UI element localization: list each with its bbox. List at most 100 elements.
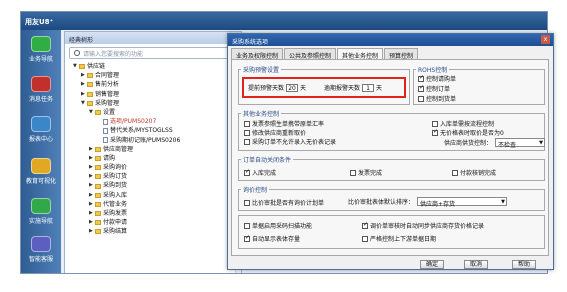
tree-node[interactable]: ▶ 采购结算 bbox=[65, 227, 241, 236]
tree-search-input[interactable]: 请输入您要搜索的功能 bbox=[69, 47, 237, 59]
checkbox-label: 控制到货单 bbox=[426, 96, 457, 103]
tab-business-permission[interactable]: 业务及权限控制 bbox=[231, 48, 284, 60]
dialog-title: 采购系统选项 bbox=[232, 39, 269, 46]
tree-node[interactable]: ▶ 采购到货 bbox=[65, 181, 241, 190]
checkbox[interactable] bbox=[350, 169, 356, 176]
price-sync-checkbox[interactable]: 调价单审核时自动同步供应商存货价格记录 bbox=[362, 221, 484, 230]
tree-node[interactable]: ▶ 售前分析 bbox=[65, 80, 241, 89]
advance-days-input[interactable]: 20 bbox=[286, 83, 299, 92]
checkbox[interactable] bbox=[244, 129, 250, 136]
nav-implementation[interactable]: 实施导航 bbox=[23, 198, 59, 225]
checkbox[interactable] bbox=[244, 138, 250, 145]
barcode-scan-checkbox[interactable]: 单据启用采码扫描功能 bbox=[244, 221, 312, 230]
tree-node-label: 采购发票 bbox=[103, 210, 128, 217]
search-placeholder: 请输入您要搜索的功能 bbox=[83, 50, 144, 58]
tree-node[interactable]: ▼ 供应链 bbox=[65, 62, 241, 71]
checkbox[interactable] bbox=[244, 234, 250, 242]
document-icon bbox=[103, 127, 108, 134]
nav-service[interactable]: 智能客服 bbox=[23, 236, 59, 263]
folder-icon bbox=[95, 229, 101, 235]
checkbox[interactable] bbox=[244, 120, 250, 127]
checkbox[interactable] bbox=[244, 199, 250, 206]
folder-icon bbox=[95, 165, 101, 171]
nav-education[interactable]: 教育可视化 bbox=[23, 158, 59, 185]
group-label: 订单自动关闭条件 bbox=[241, 155, 294, 164]
checkbox-label: 单据启用采码扫描功能 bbox=[252, 223, 313, 230]
nav-messages[interactable]: 消息任务 bbox=[23, 76, 59, 103]
inquiry-plan-checkbox[interactable]: 比价审批是否有询价计划单 bbox=[244, 198, 324, 207]
checkbox[interactable] bbox=[432, 120, 438, 127]
help-button[interactable]: 帮助 bbox=[512, 260, 536, 269]
supplier-supply-select[interactable]: 不检查 ▼ bbox=[495, 138, 546, 149]
purchase-options-dialog: 采购系统选项 x 业务及权限控制 公共及参照控制 其他业务控制 预算控制 采购预… bbox=[227, 33, 554, 270]
tree-node[interactable]: ▶ 请购 bbox=[65, 154, 241, 163]
tree-node-label: 采购入库 bbox=[103, 191, 128, 199]
tree-node[interactable]: 选项/PUMS0207 bbox=[65, 117, 241, 126]
tree-node-label: 售前分析 bbox=[95, 81, 120, 89]
show-stock-checkbox[interactable]: 自动显示表体存量 bbox=[244, 234, 300, 243]
tree-node[interactable]: 采购期初记账/PUMS0206 bbox=[65, 136, 241, 145]
tree-node[interactable]: ▶ 付款申请 bbox=[65, 218, 241, 227]
rohs-arrival-checkbox[interactable]: 控制到货单 bbox=[418, 94, 456, 103]
tree-node-label: 采购管理 bbox=[95, 99, 120, 107]
close-icon[interactable]: x bbox=[541, 35, 550, 44]
nav-business[interactable]: 业务导航 bbox=[23, 36, 59, 63]
close-on-payment-checkbox[interactable]: 付款核销完成 bbox=[452, 168, 496, 177]
checkbox[interactable] bbox=[362, 235, 368, 242]
overdue-days-input[interactable]: 1 bbox=[362, 83, 375, 92]
rohs-requisition-checkbox[interactable]: 控制请购单 bbox=[418, 74, 456, 83]
close-on-inbound-checkbox[interactable]: 入库完成 bbox=[244, 168, 276, 177]
tree-node[interactable]: ▼ 采购管理 bbox=[65, 99, 241, 108]
folder-icon bbox=[87, 100, 93, 106]
dialog-title-bar: 采购系统选项 x bbox=[228, 34, 553, 46]
close-on-invoice-checkbox[interactable]: 发票完成 bbox=[350, 168, 382, 177]
tab-other-business[interactable]: 其他业务控制 bbox=[337, 48, 384, 60]
checkbox-label: 控制订单 bbox=[426, 86, 451, 93]
folder-icon bbox=[95, 220, 101, 226]
tree-node[interactable]: ▶ 供应商管理 bbox=[65, 145, 241, 154]
tree-node[interactable]: 替代关系/MYSTOGLSS bbox=[65, 126, 241, 135]
tab-budget[interactable]: 预算控制 bbox=[384, 48, 419, 60]
sort-order-select[interactable]: 供应商+存货 ▼ bbox=[417, 197, 508, 208]
checkbox[interactable] bbox=[362, 221, 368, 229]
tree-node[interactable]: ▶ 合同管理 bbox=[65, 71, 241, 80]
nav-label: 报表中心 bbox=[28, 136, 53, 143]
tree-node[interactable]: ▶ 采购入库 bbox=[65, 191, 241, 200]
chevron-down-icon: ▼ bbox=[539, 140, 544, 146]
invoice-rate-checkbox[interactable]: 发票参照生单携带原单汇率 bbox=[244, 119, 324, 128]
checkbox[interactable] bbox=[244, 222, 250, 229]
chevron-down-icon: ▼ bbox=[501, 199, 506, 205]
tree-node[interactable]: ▶ 采购询价 bbox=[65, 163, 241, 172]
left-nav-bar: 业务导航 消息任务 报表中心 教育可视化 实施导航 智能客服 bbox=[21, 30, 61, 273]
checkbox[interactable] bbox=[418, 95, 424, 102]
tree-node[interactable]: ▼ 设置 bbox=[65, 108, 241, 117]
zero-price-checkbox[interactable]: 无价格表时取价是否为0 bbox=[432, 128, 504, 137]
inbound-flow-checkbox[interactable]: 入库单需按流程控制 bbox=[432, 119, 494, 128]
business-nav-icon bbox=[31, 36, 51, 52]
tree-node[interactable]: ▶ 销售管理 bbox=[65, 90, 241, 99]
tab-public-reference[interactable]: 公共及参照控制 bbox=[284, 48, 337, 60]
tree-node[interactable]: ▶ 代管业务 bbox=[65, 200, 241, 209]
rohs-order-checkbox[interactable]: 控制订单 bbox=[418, 84, 450, 93]
cancel-button[interactable]: 取消 bbox=[464, 260, 488, 269]
folder-icon bbox=[87, 73, 93, 79]
supplier-reprice-checkbox[interactable]: 修改供应商重新取价 bbox=[244, 128, 306, 137]
tree-node[interactable]: ▶ 采购订货 bbox=[65, 172, 241, 181]
tree-node[interactable]: ▶ 采购发票 bbox=[65, 209, 241, 218]
ok-button[interactable]: 确定 bbox=[420, 260, 444, 269]
checkbox-label: 采购订单不允许录入无价表记录 bbox=[252, 139, 337, 146]
checkbox[interactable] bbox=[418, 84, 424, 92]
checkbox[interactable] bbox=[432, 128, 438, 136]
checkbox[interactable] bbox=[244, 168, 250, 176]
checkbox[interactable] bbox=[418, 74, 424, 82]
strict-date-checkbox[interactable]: 严格控制上下游单据日期 bbox=[362, 234, 436, 243]
option-tabs: 业务及权限控制 公共及参照控制 其他业务控制 预算控制 bbox=[231, 48, 419, 60]
folder-icon bbox=[79, 64, 85, 70]
folder-icon bbox=[95, 146, 101, 152]
folder-icon bbox=[87, 91, 93, 97]
no-price-record-checkbox[interactable]: 采购订单不允许录入无价表记录 bbox=[244, 137, 336, 146]
checkbox[interactable] bbox=[452, 169, 458, 176]
nav-reports[interactable]: 报表中心 bbox=[23, 116, 59, 143]
select-value: 不检查 bbox=[498, 142, 517, 149]
tree-node-label: 合同管理 bbox=[95, 72, 120, 80]
